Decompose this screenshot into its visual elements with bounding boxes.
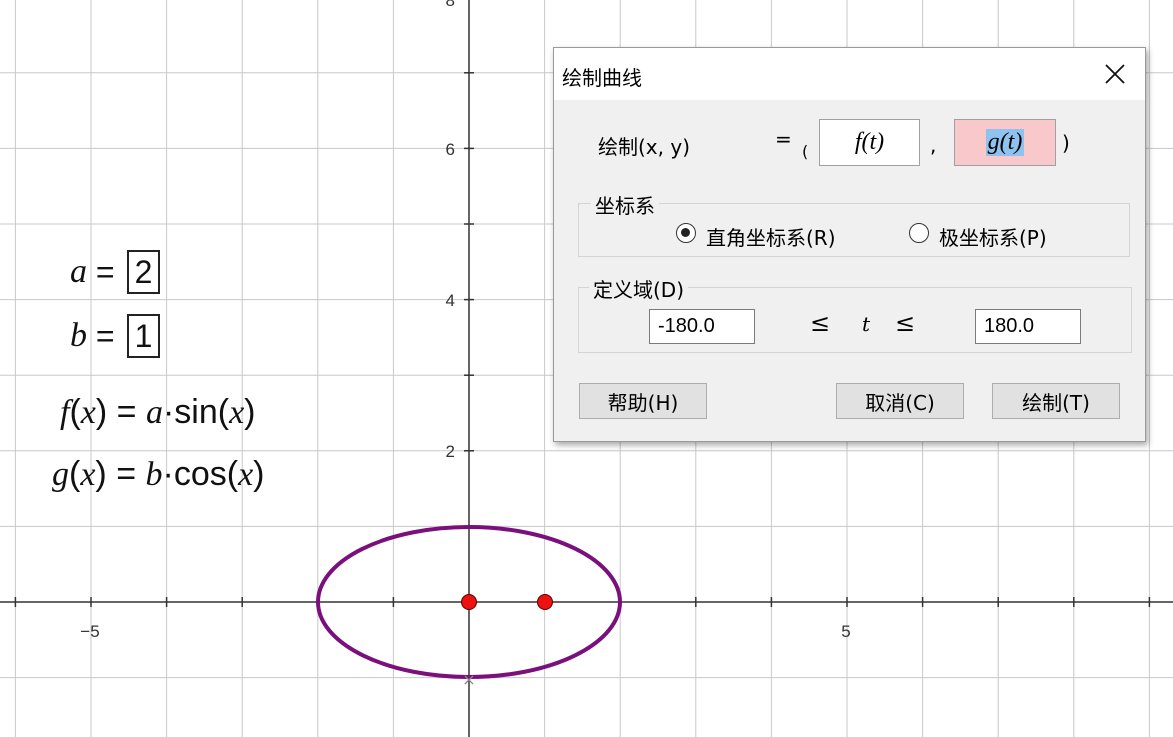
equals-sign: =: [775, 127, 792, 151]
slider-a[interactable]: a = 2: [70, 250, 161, 294]
plot-button[interactable]: 绘制(T): [992, 383, 1120, 419]
param-a-name: a: [70, 253, 87, 290]
x-tick-label-neg5: −5: [80, 622, 99, 641]
coordinate-system-group: [578, 203, 1130, 257]
param-b-value-box[interactable]: 1: [126, 314, 161, 358]
function-f-definition[interactable]: f(x) = a·sin(x): [60, 393, 256, 432]
function-f-param: a: [145, 394, 163, 431]
function-g-definition[interactable]: g(x) = b·cos(x): [52, 455, 265, 494]
function-f-name: f: [60, 394, 70, 431]
function-f-trig: sin: [174, 393, 218, 431]
function-g-arg: x: [80, 456, 96, 493]
y-expression-text: g(t): [985, 129, 1025, 156]
coordinate-system-legend: 坐标系: [591, 190, 659, 219]
cancel-button[interactable]: 取消(C): [836, 383, 964, 419]
close-button[interactable]: [1093, 54, 1137, 94]
y-tick-label-6: 6: [446, 140, 455, 159]
x-expression-input[interactable]: f(t): [819, 119, 920, 166]
point-origin[interactable]: [461, 594, 477, 610]
function-g-param: b: [145, 456, 163, 493]
domain-max-value: 180.0: [984, 315, 1035, 337]
function-g-name: g: [52, 456, 69, 493]
paren-open: (: [802, 142, 809, 161]
domain-min-input[interactable]: -180.0: [649, 309, 755, 344]
point-on-x-axis[interactable]: [537, 594, 553, 610]
leq-symbol-right: ≤: [895, 309, 916, 337]
radio-rectangular-label[interactable]: 直角坐标系(R): [706, 222, 836, 251]
domain-max-input[interactable]: 180.0: [975, 309, 1081, 344]
y-tick-label-8: 8: [446, 0, 455, 10]
function-f-arg-2: x: [229, 394, 245, 431]
y-tick-label-2: 2: [446, 442, 455, 461]
plot-curve-dialog: 绘制曲线 绘制(x, y) = ( f(t) , g(t) ) 坐标系 直角坐标…: [553, 47, 1146, 442]
dialog-titlebar[interactable]: 绘制曲线: [554, 48, 1145, 100]
y-expression-input[interactable]: g(t): [954, 119, 1056, 166]
radio-polar-label[interactable]: 极坐标系(P): [939, 222, 1047, 251]
close-icon: [1105, 64, 1125, 84]
x-expression-text: f(t): [854, 129, 885, 155]
domain-legend: 定义域(D): [589, 274, 689, 303]
curve-start-marker: ×: [462, 670, 475, 689]
radio-rectangular[interactable]: [676, 223, 696, 243]
function-f-arg: x: [80, 394, 96, 431]
domain-min-value: -180.0: [658, 315, 715, 337]
dialog-title: 绘制曲线: [562, 66, 642, 90]
param-b-name: b: [70, 317, 87, 354]
leq-symbol-left: ≤: [810, 309, 831, 337]
function-g-arg-2: x: [238, 456, 254, 493]
y-tick-label-4: 4: [446, 291, 455, 310]
help-button[interactable]: 帮助(H): [579, 383, 707, 419]
function-g-trig: cos: [173, 455, 227, 493]
plot-xy-label: 绘制(x, y): [598, 135, 690, 159]
x-tick-label-5: 5: [841, 622, 850, 641]
slider-b[interactable]: b = 1: [70, 314, 161, 358]
param-a-value-box[interactable]: 2: [126, 250, 161, 294]
paren-close: ): [1062, 131, 1070, 155]
comma: ,: [930, 133, 937, 157]
domain-variable: t: [862, 312, 871, 336]
radio-polar[interactable]: [909, 223, 929, 243]
